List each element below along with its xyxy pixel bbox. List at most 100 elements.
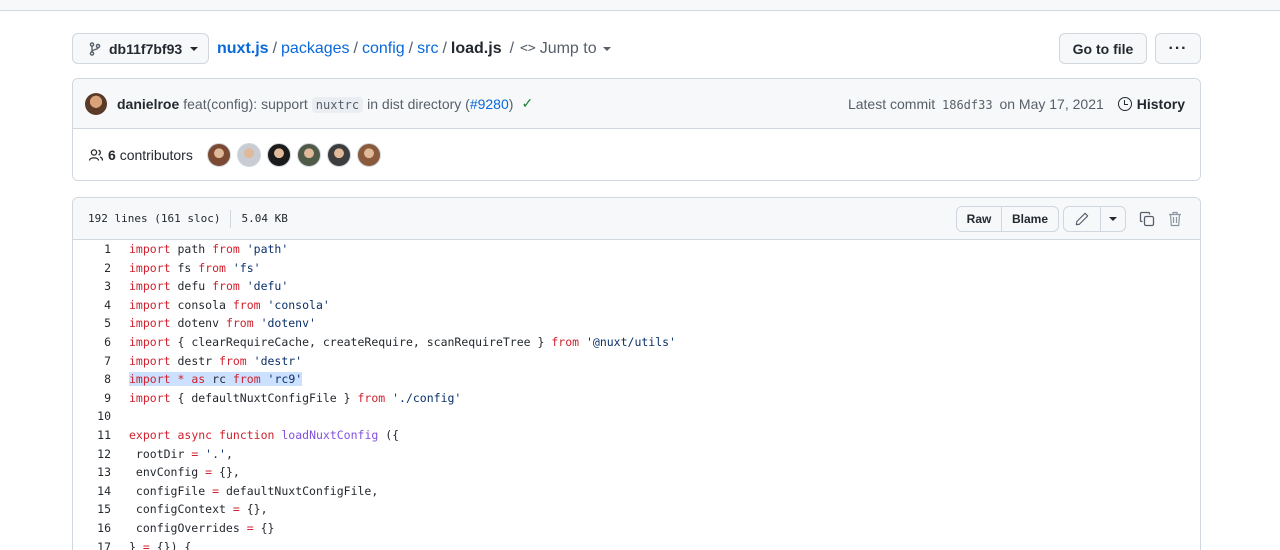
code-line: 2 import fs from 'fs'	[73, 259, 1200, 278]
contributor-avatar[interactable]	[296, 143, 321, 167]
chevron-down-icon	[190, 46, 199, 51]
contributors-row: 6 contributors	[73, 129, 1200, 180]
code-line: 12 rootDir = '.',	[73, 445, 1200, 464]
avatar[interactable]	[85, 92, 107, 115]
latest-commit-row: danielroe feat(config): support nuxtrc in …	[73, 79, 1200, 129]
code-token: import	[129, 260, 171, 275]
line-content: import { clearRequireCache, createRequir…	[111, 333, 676, 352]
line-content: import destr from 'destr'	[111, 352, 302, 371]
breadcrumb-packages-link[interactable]: packages	[281, 40, 350, 58]
line-number[interactable]: 5	[73, 314, 111, 333]
code-token: 'defu'	[239, 279, 289, 294]
copy-icon	[1139, 211, 1155, 226]
delete-button[interactable]	[1164, 208, 1186, 230]
code-token: configContext	[129, 502, 233, 517]
contributor-avatar[interactable]	[326, 143, 351, 167]
contributor-avatar[interactable]	[356, 143, 381, 167]
raw-button[interactable]: Raw	[956, 205, 1002, 232]
line-number[interactable]: 9	[73, 389, 111, 408]
edit-button[interactable]	[1063, 205, 1101, 232]
code-token: export	[129, 427, 171, 442]
line-number[interactable]: 2	[73, 259, 111, 278]
code-token: 'destr'	[246, 353, 303, 368]
line-number[interactable]: 16	[73, 519, 111, 538]
file-header: 192 lines (161 sloc) 5.04 KB Raw Blame	[73, 198, 1200, 240]
code-token: configFile	[129, 483, 213, 498]
code-token: defu	[170, 279, 213, 294]
line-number[interactable]: 6	[73, 333, 111, 352]
line-number[interactable]: 4	[73, 296, 111, 315]
contributors-label: contributors	[119, 147, 193, 163]
code-token: import	[129, 316, 171, 331]
line-number[interactable]: 10	[73, 407, 111, 426]
line-number[interactable]: 15	[73, 500, 111, 519]
breadcrumb-src-link[interactable]: src	[417, 40, 438, 58]
line-content: envConfig = {},	[111, 463, 240, 482]
jump-to-label: Jump to	[539, 39, 597, 57]
breadcrumb-separator: /	[408, 39, 414, 57]
contributor-avatars	[206, 143, 381, 167]
jump-to-menu[interactable]: / <> Jump to	[510, 40, 611, 58]
code-token: from	[198, 260, 226, 275]
line-number[interactable]: 8	[73, 370, 111, 389]
code-token: {},	[212, 465, 240, 480]
top-bar	[0, 0, 1280, 11]
code-token: import	[129, 353, 171, 368]
contributor-avatar[interactable]	[206, 143, 231, 167]
line-number[interactable]: 14	[73, 482, 111, 501]
code-token: defaultNuxtConfigFile,	[219, 483, 379, 498]
code-token: 'consola'	[260, 297, 330, 312]
chevron-down-icon	[1109, 216, 1117, 221]
git-branch-icon	[87, 41, 103, 57]
commit-sha-link[interactable]: 186df33	[942, 98, 993, 112]
commit-author-link[interactable]: danielroe	[117, 96, 179, 112]
contributor-avatar[interactable]	[266, 143, 291, 167]
code-token: dotenv	[170, 316, 226, 331]
breadcrumb-separator: /	[272, 39, 278, 57]
code-line: 4 import consola from 'consola'	[73, 296, 1200, 315]
history-icon	[1117, 96, 1132, 111]
commit-message[interactable]: feat(config): support nuxtrc in dist direc…	[183, 95, 514, 113]
line-number[interactable]: 7	[73, 352, 111, 371]
line-number[interactable]: 13	[73, 463, 111, 482]
breadcrumb-repo-link[interactable]: nuxt.js	[217, 40, 269, 58]
code-line: 10	[73, 407, 1200, 426]
line-content: } = {}) {	[111, 538, 191, 550]
trash-icon	[1169, 211, 1181, 226]
code-token: import	[129, 334, 171, 349]
commit-box: danielroe feat(config): support nuxtrc in …	[72, 78, 1201, 181]
code-token: import	[129, 279, 171, 294]
line-number[interactable]: 1	[73, 240, 111, 259]
code-line: 13 envConfig = {},	[73, 463, 1200, 482]
line-content: rootDir = '.',	[111, 445, 233, 464]
commit-message-text: )	[508, 95, 514, 112]
line-number[interactable]: 12	[73, 445, 111, 464]
line-content: import fs from 'fs'	[111, 259, 261, 278]
go-to-file-button[interactable]: Go to file	[1059, 33, 1147, 64]
check-icon[interactable]: ✓	[521, 95, 533, 112]
copy-button[interactable]	[1136, 208, 1158, 230]
branch-selector-button[interactable]: db11f7bf93	[72, 33, 209, 64]
line-number[interactable]: 3	[73, 277, 111, 296]
contributors-count: 6	[108, 147, 116, 163]
code-line: 14 configFile = defaultNuxtConfigFile,	[73, 482, 1200, 501]
blame-button[interactable]: Blame	[1002, 205, 1059, 232]
commit-message-text: feat(config): support	[183, 95, 308, 112]
history-button[interactable]: History	[1117, 96, 1185, 112]
contributors-link[interactable]: 6 contributors	[108, 147, 193, 163]
pull-request-link[interactable]: #9280	[470, 96, 509, 112]
code-token: =	[246, 520, 254, 535]
line-number[interactable]: 17	[73, 538, 111, 550]
code-token: =	[212, 483, 220, 498]
edit-dropdown-button[interactable]	[1101, 205, 1126, 232]
code-line: 11 export async function loadNuxtConfig (…	[73, 426, 1200, 445]
line-number[interactable]: 11	[73, 426, 111, 445]
code-token: configOverrides	[129, 520, 247, 535]
code-token: from	[225, 316, 254, 331]
breadcrumb-separator: /	[509, 39, 515, 57]
contributor-avatar[interactable]	[236, 143, 261, 167]
breadcrumb-config-link[interactable]: config	[362, 40, 405, 58]
more-options-button[interactable]: ···	[1155, 33, 1201, 64]
code-line: 6 import { clearRequireCache, createRequi…	[73, 333, 1200, 352]
breadcrumb-filename: load.js	[450, 39, 502, 57]
